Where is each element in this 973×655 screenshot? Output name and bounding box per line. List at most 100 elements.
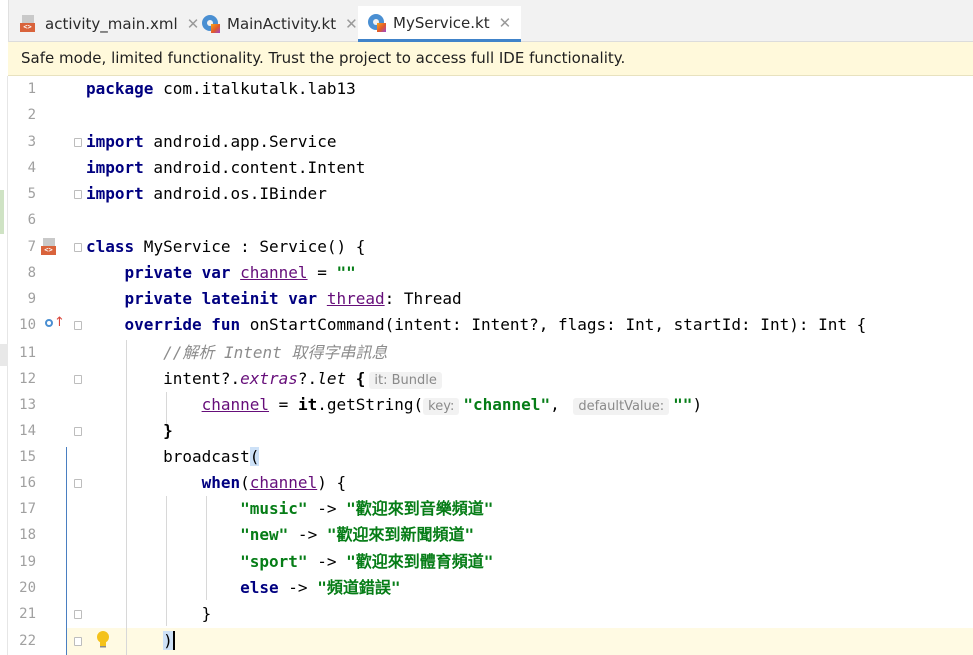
- code-line-16[interactable]: 16 when(channel) {: [8, 470, 973, 496]
- scroll-marker: [0, 344, 8, 366]
- code-text: override fun onStartCommand(intent: Inte…: [86, 312, 867, 338]
- change-marker: [0, 190, 4, 234]
- code-text: broadcast(: [86, 444, 260, 470]
- property: thread: [326, 289, 385, 308]
- code-line-7[interactable]: 7 <> class MyService : Service() {: [8, 234, 973, 260]
- code-token: : Thread: [384, 289, 462, 308]
- fold-end-icon[interactable]: [74, 637, 82, 646]
- close-icon[interactable]: ✕: [345, 15, 358, 33]
- fold-start-icon[interactable]: [74, 375, 82, 384]
- kotlin-file-icon: [202, 15, 220, 33]
- code-token: com.italkutalk.lab13: [153, 79, 356, 98]
- keyword: class: [86, 237, 135, 256]
- code-line-22[interactable]: 22 ): [8, 628, 973, 654]
- line-number: 11: [19, 345, 36, 361]
- tab-mainactivity-kt[interactable]: MainActivity.kt ✕: [202, 6, 358, 42]
- keyword: override fun: [86, 315, 250, 334]
- string-literal: "": [336, 263, 356, 282]
- keyword: import: [86, 158, 144, 177]
- property: extras: [240, 369, 298, 388]
- code-text: ): [86, 628, 175, 654]
- safe-mode-banner[interactable]: Safe mode, limited functionality. Trust …: [8, 42, 973, 76]
- keyword: when: [201, 473, 241, 492]
- code-token: ->: [278, 578, 318, 597]
- code-text: private lateinit var thread: Thread: [86, 286, 462, 312]
- fold-end-icon[interactable]: [74, 190, 82, 199]
- keyword: private lateinit var: [86, 289, 327, 308]
- code-token: android.os.IBinder: [143, 184, 327, 203]
- code-line-15[interactable]: 15 broadcast(: [8, 444, 973, 470]
- arrow-up-icon[interactable]: ↑: [54, 315, 65, 331]
- code-line-18[interactable]: 18 "new" -> "歡迎來到新聞頻道": [8, 522, 973, 548]
- layout-xml-gutter-icon[interactable]: <>: [41, 238, 59, 256]
- code-line-14[interactable]: 14 }: [8, 418, 973, 444]
- code-line-5[interactable]: 5 import android.os.IBinder: [8, 181, 973, 207]
- line-number: 4: [27, 160, 36, 176]
- code-line-13[interactable]: 13 channel = it.getString(key: "channel",…: [8, 392, 973, 418]
- keyword: else: [240, 578, 279, 597]
- code-line-17[interactable]: 17 "music" -> "歡迎來到音樂頻道": [8, 496, 973, 522]
- line-number: 21: [19, 606, 36, 622]
- code-line-10[interactable]: 10 ↑ override fun onStartCommand(intent:…: [8, 312, 973, 338]
- code-text: import android.app.Service: [86, 129, 336, 155]
- property: channel: [240, 263, 308, 282]
- code-text: import android.content.Intent: [86, 155, 365, 181]
- string-literal: "music": [240, 499, 308, 518]
- code-line-1[interactable]: 1 package com.italkutalk.lab13: [8, 76, 973, 102]
- code-line-9[interactable]: 9 private lateinit var thread: Thread: [8, 286, 973, 312]
- code-line-21[interactable]: 21 }: [8, 601, 973, 627]
- code-token: {: [346, 369, 366, 388]
- string-literal: "new": [240, 525, 289, 544]
- code-line-4[interactable]: 4 import android.content.Intent: [8, 155, 973, 181]
- tab-activity-main-xml[interactable]: <> activity_main.xml ✕: [20, 6, 199, 42]
- tab-bar-edge: [0, 0, 9, 42]
- override-icon[interactable]: [45, 319, 53, 327]
- code-token: android.app.Service: [143, 132, 337, 151]
- fold-end-icon[interactable]: [74, 610, 82, 619]
- code-line-19[interactable]: 19 "sport" -> "歡迎來到體育頻道": [8, 549, 973, 575]
- code-token: intent?.: [86, 369, 241, 388]
- fold-start-icon[interactable]: [74, 243, 82, 252]
- tab-myservice-kt[interactable]: MyService.kt ✕: [358, 6, 522, 42]
- string-literal: "": [673, 395, 693, 414]
- code-line-20[interactable]: 20 else -> "頻道錯誤": [8, 575, 973, 601]
- line-number: 6: [27, 212, 36, 228]
- close-icon[interactable]: ✕: [187, 15, 200, 33]
- code-token: .getString(: [317, 395, 424, 414]
- code-line-2[interactable]: 2: [8, 102, 973, 128]
- comment: //解析 Intent 取得字串訊息: [86, 343, 388, 362]
- fold-start-icon[interactable]: [74, 138, 82, 147]
- line-number: 15: [19, 449, 36, 465]
- code-line-12[interactable]: 12 intent?.extras?.let {it: Bundle: [8, 366, 973, 392]
- code-text: channel = it.getString(key: "channel", de…: [86, 392, 702, 420]
- code-text: class MyService : Service() {: [86, 234, 365, 260]
- code-token: android.content.Intent: [143, 158, 366, 177]
- code-line-11[interactable]: 11 //解析 Intent 取得字串訊息: [8, 340, 973, 366]
- code-line-6[interactable]: 6: [8, 207, 973, 233]
- fold-start-icon[interactable]: [74, 321, 82, 330]
- string-literal: "歡迎來到音樂頻道": [346, 499, 494, 518]
- code-text: when(channel) {: [86, 470, 347, 496]
- parameter-hint: key:: [423, 398, 460, 415]
- code-token: ->: [307, 499, 347, 518]
- banner-text: Safe mode, limited functionality. Trust …: [21, 49, 626, 67]
- property: channel: [201, 395, 270, 414]
- fold-start-icon[interactable]: [74, 479, 82, 488]
- keyword: import: [86, 132, 144, 151]
- fold-end-icon[interactable]: [74, 427, 82, 436]
- close-icon[interactable]: ✕: [499, 14, 512, 32]
- tab-label: MyService.kt: [393, 13, 490, 32]
- line-number: 12: [19, 371, 36, 387]
- line-number: 13: [19, 397, 36, 413]
- type-hint: it: Bundle: [369, 372, 442, 389]
- line-number: 14: [19, 423, 36, 439]
- kotlin-file-icon: [368, 13, 386, 32]
- code-token: ): [692, 395, 703, 414]
- code-line-3[interactable]: 3 import android.app.Service: [8, 129, 973, 155]
- code-line-8[interactable]: 8 private var channel = "": [8, 260, 973, 286]
- line-number: 3: [27, 134, 36, 150]
